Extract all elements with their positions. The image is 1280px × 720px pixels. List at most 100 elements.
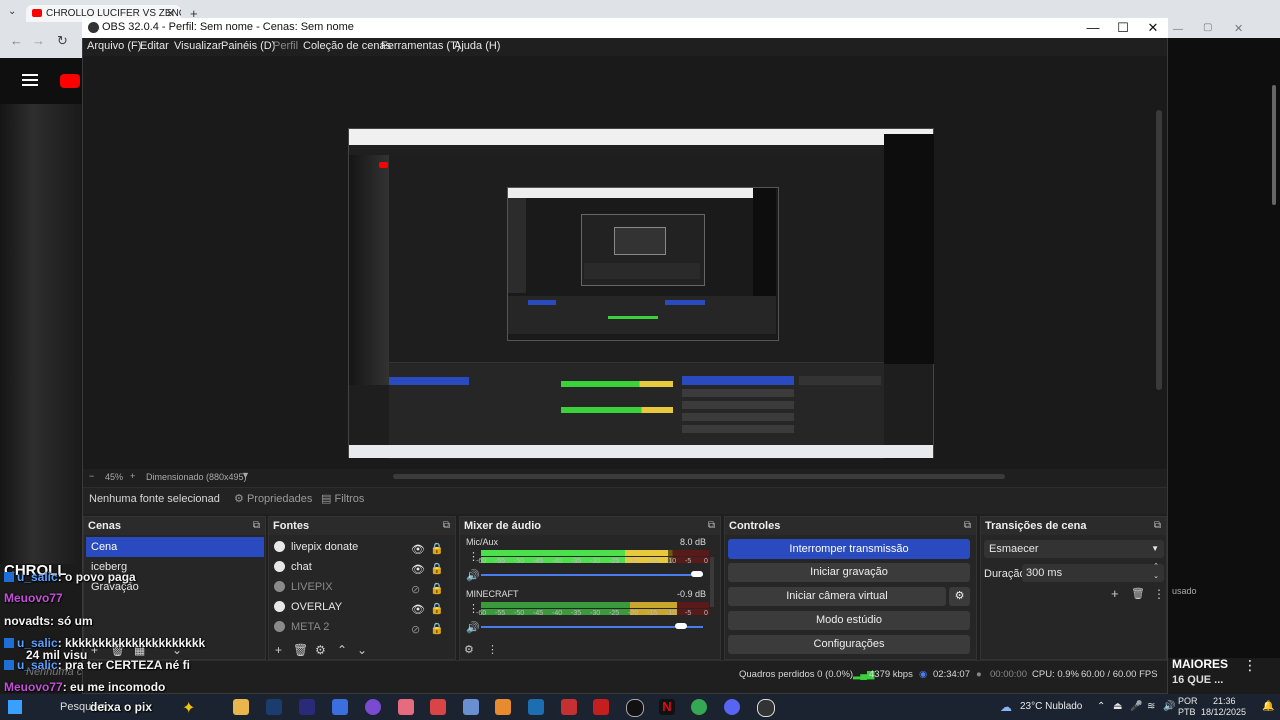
- transition-select[interactable]: Esmaecer ▼: [984, 540, 1164, 558]
- stop-streaming-button[interactable]: Interromper transmissão: [728, 539, 970, 559]
- menu-arquivo[interactable]: Arquivo (F): [87, 40, 141, 52]
- source-properties-icon[interactable]: ⚙: [315, 643, 326, 657]
- scene-item-cena[interactable]: Cena: [86, 537, 264, 557]
- page-scrollbar[interactable]: [1272, 85, 1276, 205]
- language-bottom[interactable]: PTB: [1178, 707, 1196, 717]
- menu-paineis[interactable]: Painéis (D): [221, 40, 275, 52]
- hidden-icon[interactable]: ⊘: [411, 620, 420, 640]
- windows-start-icon[interactable]: [8, 700, 22, 714]
- stepper-icon[interactable]: ⌃ ⌄: [1153, 562, 1159, 582]
- app-icon[interactable]: [757, 699, 775, 717]
- lock-icon[interactable]: 🔒: [430, 539, 444, 559]
- menu-colecao-cenas[interactable]: Coleção de cenas: [303, 40, 391, 52]
- source-item-chat[interactable]: chat 👁 🔒: [273, 557, 453, 577]
- dock-float-icon[interactable]: ⧉: [964, 517, 971, 535]
- mc-volume-slider[interactable]: [481, 626, 703, 628]
- mic-icon[interactable]: 🎤: [1130, 701, 1142, 712]
- forward-icon[interactable]: →: [32, 33, 45, 48]
- obs-taskbar-icon[interactable]: [626, 699, 644, 717]
- properties-button[interactable]: ⚙ Propriedades: [228, 489, 318, 509]
- tab-list-icon[interactable]: ⌄: [8, 6, 16, 17]
- duration-input[interactable]: 300 ms ⌃ ⌄: [1022, 562, 1164, 582]
- premiere-icon[interactable]: [299, 699, 315, 715]
- app-icon[interactable]: [495, 699, 511, 715]
- app-icon[interactable]: [561, 699, 577, 715]
- app-icon[interactable]: [463, 699, 479, 715]
- lock-icon[interactable]: 🔒: [430, 559, 444, 579]
- language-top[interactable]: POR: [1178, 696, 1198, 706]
- netflix-icon[interactable]: N: [659, 699, 675, 715]
- weather-text[interactable]: 23°C Nublado: [1020, 701, 1082, 712]
- minimize-icon[interactable]: —: [1078, 19, 1108, 37]
- zoom-out-icon[interactable]: −: [89, 471, 94, 481]
- mixer-scrollbar[interactable]: [710, 557, 714, 607]
- app-icon[interactable]: [430, 699, 446, 715]
- remove-transition-icon[interactable]: 🗑: [1131, 587, 1145, 600]
- mixer-menu-icon[interactable]: ⋮: [487, 643, 498, 656]
- speaker-icon[interactable]: 🔊: [466, 569, 480, 582]
- start-virtual-camera-button[interactable]: Iniciar câmera virtual: [728, 587, 946, 606]
- speaker-icon[interactable]: 🔊: [466, 621, 480, 634]
- tray-chevron-icon[interactable]: ⌃: [1097, 701, 1105, 712]
- maximize-icon[interactable]: ☐: [1108, 19, 1138, 37]
- menu-ajuda[interactable]: Ajuda (H): [454, 40, 500, 52]
- clock-date[interactable]: 18/12/2025: [1201, 707, 1246, 717]
- mic-volume-knob[interactable]: [691, 571, 703, 577]
- remove-source-icon[interactable]: 🗑: [293, 643, 308, 657]
- preview-vertical-scrollbar[interactable]: [1156, 110, 1162, 390]
- lock-icon[interactable]: 🔒: [430, 579, 444, 599]
- filters-button[interactable]: ▤ Filtros: [315, 489, 370, 509]
- close-icon[interactable]: ✕: [1138, 19, 1168, 37]
- dock-float-icon[interactable]: ⧉: [443, 517, 450, 535]
- lock-icon[interactable]: 🔒: [430, 599, 444, 619]
- source-item-livepix-donate[interactable]: livepix donate 👁 🔒: [273, 537, 453, 557]
- mc-volume-knob[interactable]: [675, 623, 688, 629]
- photoshop-icon[interactable]: [266, 699, 282, 715]
- virtual-camera-settings-gear-icon[interactable]: ⚙: [949, 587, 970, 606]
- clock-time[interactable]: 21:36: [1213, 696, 1236, 706]
- source-item-livepix[interactable]: LIVEPIX ⊘ 🔒: [273, 577, 453, 597]
- mic-volume-slider[interactable]: [481, 574, 703, 576]
- add-transition-icon[interactable]: +: [1111, 586, 1119, 601]
- more-options-icon[interactable]: ⋮: [1243, 657, 1257, 674]
- youtube-logo-icon[interactable]: [60, 74, 80, 88]
- settings-button[interactable]: Configurações: [728, 635, 970, 654]
- preview-horizontal-scrollbar[interactable]: [393, 474, 1005, 479]
- notification-icon[interactable]: 🔔: [1262, 701, 1274, 712]
- menu-visualizar[interactable]: Visualizar: [174, 40, 222, 52]
- add-source-icon[interactable]: +: [275, 643, 282, 657]
- reload-icon[interactable]: ↻: [57, 33, 68, 49]
- acrobat-icon[interactable]: [593, 699, 609, 715]
- move-up-icon[interactable]: ⌃: [337, 643, 347, 657]
- app-icon[interactable]: [365, 699, 381, 715]
- chrome-icon[interactable]: [691, 699, 707, 715]
- move-down-icon[interactable]: ⌄: [357, 643, 367, 657]
- steam-icon[interactable]: [528, 699, 544, 715]
- dock-float-icon[interactable]: ⧉: [253, 517, 260, 535]
- lock-icon[interactable]: 🔒: [430, 619, 444, 639]
- scale-mode-dropdown-icon[interactable]: ▼: [241, 470, 250, 480]
- menu-ferramentas[interactable]: Ferramentas (T): [381, 40, 460, 52]
- menu-perfil[interactable]: Perfil: [273, 40, 298, 52]
- volume-icon[interactable]: 🔊: [1163, 701, 1175, 712]
- app-icon[interactable]: [398, 699, 414, 715]
- discord-icon[interactable]: [724, 699, 740, 715]
- zoom-in-icon[interactable]: +: [130, 471, 135, 481]
- studio-mode-button[interactable]: Modo estúdio: [728, 611, 970, 630]
- transition-menu-icon[interactable]: ⋮: [1153, 587, 1165, 601]
- source-item-meta-2[interactable]: META 2 ⊘ 🔒: [273, 617, 453, 637]
- hamburger-menu-icon[interactable]: [22, 74, 38, 86]
- start-recording-button[interactable]: Iniciar gravação: [728, 563, 970, 582]
- notes-icon[interactable]: [332, 699, 348, 715]
- dock-float-icon[interactable]: ⧉: [1154, 517, 1161, 535]
- copilot-icon[interactable]: ✦: [182, 698, 195, 718]
- tray-app-icon[interactable]: ⏏: [1113, 701, 1122, 712]
- dock-float-icon[interactable]: ⧉: [708, 517, 715, 535]
- file-explorer-icon[interactable]: [233, 699, 249, 715]
- menu-editar[interactable]: Editar: [140, 40, 169, 52]
- advanced-audio-icon[interactable]: ⚙: [464, 643, 474, 656]
- wifi-icon[interactable]: ≋: [1147, 701, 1155, 712]
- scale-mode[interactable]: Dimensionado (880x495): [146, 472, 247, 482]
- back-icon[interactable]: ←: [10, 33, 23, 48]
- source-item-overlay[interactable]: OVERLAY 👁 🔒: [273, 597, 453, 617]
